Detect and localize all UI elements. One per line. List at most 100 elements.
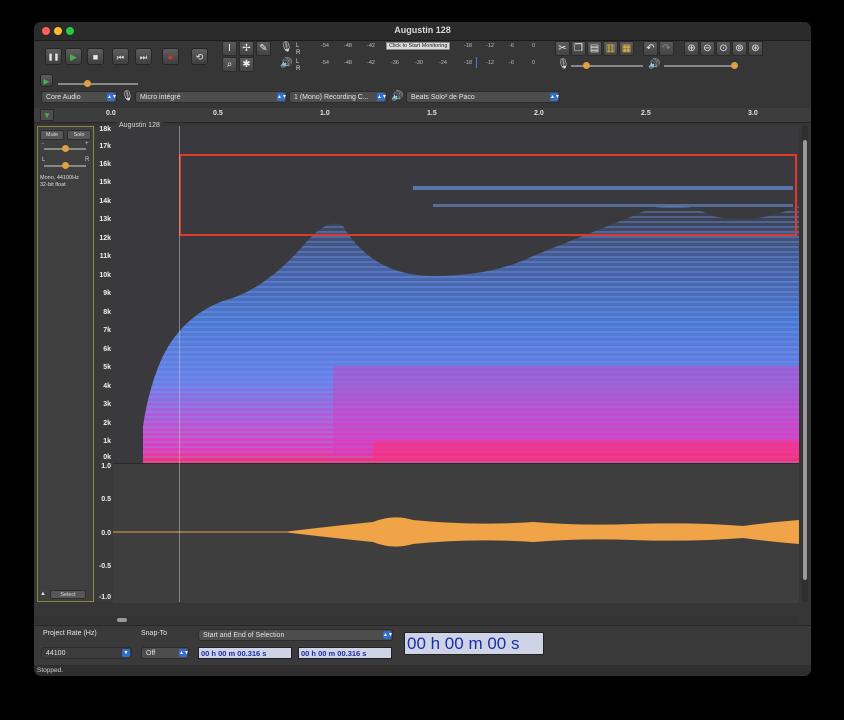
- chevron-down-icon: ▲▼: [179, 649, 189, 657]
- freq-label: 15k: [99, 179, 111, 186]
- freq-label: 4k: [103, 383, 111, 390]
- amp-label: 1.0: [101, 463, 111, 470]
- horizontal-scrollbar[interactable]: [34, 616, 799, 624]
- gain-plus-label: +: [85, 141, 89, 147]
- freq-label: 11k: [99, 253, 111, 260]
- pause-button[interactable]: ❚❚: [45, 48, 62, 65]
- ruler-tick: 2.5: [641, 110, 651, 117]
- skip-to-end-button[interactable]: ⏭: [135, 48, 152, 65]
- play-button[interactable]: ▶: [65, 48, 82, 65]
- audio-position-time[interactable]: 00 h 00 m 00 s: [404, 632, 544, 655]
- title-bar: Augustin 128: [34, 22, 811, 41]
- speaker-icon[interactable]: 🔊: [280, 58, 292, 70]
- output-device-select[interactable]: Beats Solo³ de Paco ▲▼: [406, 91, 560, 103]
- play-tick: -42: [367, 60, 375, 66]
- copy-icon[interactable]: ❐: [571, 41, 586, 56]
- window-title: Augustin 128: [394, 25, 451, 35]
- timeline-ruler[interactable]: ▼ 0.0 0.5 1.0 1.5 2.0 2.5 3.0: [34, 108, 811, 123]
- horizontal-scroll-thumb[interactable]: [117, 618, 127, 622]
- ruler-tick: 2.0: [534, 110, 544, 117]
- trim-icon[interactable]: ▥: [603, 41, 618, 56]
- zoom-in-icon[interactable]: ⊕: [684, 41, 699, 56]
- chevron-down-icon: ▲▼: [377, 93, 387, 101]
- playback-volume-slider[interactable]: [664, 62, 738, 69]
- gain-slider-thumb[interactable]: [62, 145, 69, 152]
- monitor-button[interactable]: Click to Start Monitoring: [386, 42, 451, 50]
- recording-volume-thumb[interactable]: [583, 62, 590, 69]
- cut-icon[interactable]: ✂: [555, 41, 570, 56]
- envelope-tool-icon[interactable]: ✢: [239, 41, 254, 56]
- record-tick: -18: [464, 43, 472, 49]
- skip-to-start-button[interactable]: ⏮: [112, 48, 129, 65]
- recording-volume-slider[interactable]: [571, 62, 643, 69]
- gain-minus-label: -: [42, 141, 44, 147]
- amp-label: -1.0: [98, 594, 111, 601]
- freq-label: 12k: [99, 235, 111, 242]
- play-speed-slider[interactable]: [58, 80, 138, 87]
- track-control-panel[interactable]: Mute Solo - + L R Mono, 44100Hz 32-bit f…: [37, 126, 94, 602]
- playback-meter[interactable]: -54 -48 -42 -36 -30 -24 -18 -12 -6 0: [304, 57, 542, 69]
- zoom-toggle-icon[interactable]: ⊛: [748, 41, 763, 56]
- channels-value: 1 (Mono) Recording C...: [294, 94, 369, 101]
- output-device-value: Beats Solo³ de Paco: [411, 94, 475, 101]
- channels-select[interactable]: 1 (Mono) Recording C... ▲▼: [289, 91, 387, 103]
- record-tick: -54: [321, 43, 329, 49]
- fit-project-icon[interactable]: ⊚: [732, 41, 747, 56]
- pan-right-label: R: [85, 157, 90, 163]
- playback-volume-icon: 🔊: [648, 59, 661, 70]
- freq-label: 0k: [103, 454, 111, 461]
- record-button[interactable]: ●: [162, 48, 179, 65]
- snap-to-select[interactable]: Off ▲▼: [141, 647, 189, 659]
- waveform-view[interactable]: [113, 463, 799, 603]
- project-rate-label: Project Rate (Hz): [43, 630, 97, 637]
- selection-tool-icon[interactable]: I: [222, 41, 237, 56]
- fit-selection-icon[interactable]: ⊙: [716, 41, 731, 56]
- record-tick: 0: [532, 43, 536, 49]
- pan-slider[interactable]: [44, 162, 86, 169]
- selection-start-time[interactable]: 00 h 00 m 00.316 s: [198, 647, 292, 659]
- selection-end-time[interactable]: 00 h 00 m 00.316 s: [298, 647, 392, 659]
- input-device-icon: 🎙: [121, 91, 134, 102]
- vertical-scrollbar[interactable]: [802, 126, 808, 602]
- playback-volume-thumb[interactable]: [731, 62, 738, 69]
- pan-slider-thumb[interactable]: [62, 162, 69, 169]
- play-speed-thumb[interactable]: [84, 80, 91, 87]
- solo-button[interactable]: Solo: [67, 130, 91, 140]
- multi-tool-icon[interactable]: ✱: [239, 57, 254, 72]
- spectral-selection-box[interactable]: [179, 154, 797, 236]
- snap-to-value: Off: [146, 650, 156, 657]
- zoom-tool-icon[interactable]: ⌕: [222, 57, 237, 72]
- stop-button[interactable]: ■: [87, 48, 104, 65]
- redo-icon[interactable]: ↷: [659, 41, 674, 56]
- audio-host-select[interactable]: Core Audio ▲▼: [41, 91, 117, 103]
- record-meter[interactable]: -54 -48 -42 -18 -12 -6 0 Click to Start …: [304, 42, 542, 52]
- draw-tool-icon[interactable]: ✎: [256, 41, 271, 56]
- selection-mode-select[interactable]: Start and End of Selection ▲▼: [198, 629, 393, 641]
- paste-icon[interactable]: ▤: [587, 41, 602, 56]
- play-tick: -30: [415, 60, 423, 66]
- freq-label: 13k: [99, 216, 111, 223]
- microphone-icon[interactable]: 🎙: [280, 42, 293, 54]
- mute-button[interactable]: Mute: [40, 130, 64, 140]
- input-device-select[interactable]: Micro intégré ▲▼: [135, 91, 287, 103]
- silence-icon[interactable]: ▦: [619, 41, 634, 56]
- project-rate-select[interactable]: 44100 ▼: [41, 647, 132, 659]
- select-track-button[interactable]: Select: [50, 590, 86, 599]
- gain-slider[interactable]: [44, 145, 86, 152]
- play-at-speed-button[interactable]: ▶: [40, 74, 53, 87]
- undo-icon[interactable]: ↶: [643, 41, 658, 56]
- zoom-out-icon[interactable]: ⊖: [700, 41, 715, 56]
- vertical-axis[interactable]: 18k 17k 16k 15k 14k 13k 12k 11k 10k 9k 8…: [94, 126, 113, 602]
- freq-label: 17k: [99, 143, 111, 150]
- play-tick: 0: [532, 60, 536, 66]
- collapse-track-button[interactable]: ▲: [40, 591, 46, 597]
- freq-label: 18k: [99, 126, 111, 133]
- chevron-down-icon: ▲▼: [107, 93, 117, 101]
- vertical-scroll-thumb[interactable]: [803, 140, 807, 580]
- record-tick: -48: [344, 43, 352, 49]
- loop-button[interactable]: ⟲: [191, 48, 208, 65]
- play-tick: -18: [464, 60, 472, 66]
- track-name-label[interactable]: Augustin 128: [116, 122, 163, 129]
- timeline-play-head-icon[interactable]: ▼: [40, 109, 54, 121]
- chevron-down-icon: ▼: [122, 649, 130, 657]
